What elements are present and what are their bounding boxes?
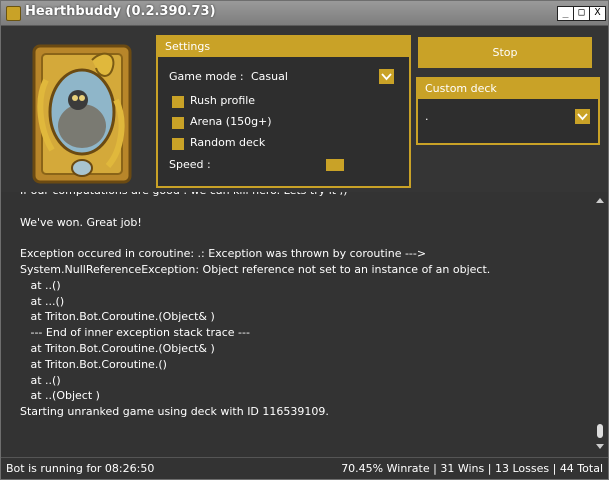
- stats-summary: 70.45% Winrate | 31 Wins | 13 Losses | 4…: [341, 462, 603, 475]
- wins-text: 31 Wins: [440, 462, 485, 475]
- stop-button[interactable]: Stop: [418, 37, 592, 68]
- arena-checkbox[interactable]: [172, 117, 184, 129]
- log-line: Exception occured in coroutine: .: Excep…: [20, 247, 427, 261]
- log-text: If our computations are good : we can ki…: [20, 192, 490, 420]
- custom-deck-panel: Custom deck .: [416, 77, 600, 145]
- running-time-text: Bot is running for 08:26:50: [6, 462, 155, 475]
- log-scrollbar[interactable]: [592, 192, 608, 456]
- rush-profile-checkbox[interactable]: [172, 96, 184, 108]
- random-deck-checkbox[interactable]: [172, 138, 184, 150]
- total-text: 44 Total: [559, 462, 603, 475]
- log-line: at Triton.Bot.Coroutine.(): [20, 357, 167, 371]
- scroll-down-arrow-icon[interactable]: [596, 444, 604, 449]
- log-output[interactable]: If our computations are good : we can ki…: [4, 192, 592, 456]
- scroll-up-arrow-icon[interactable]: [596, 198, 604, 203]
- app-window: Hearthbuddy (0.2.390.73) _ □ X Settings …: [0, 0, 609, 480]
- status-bar: Bot is running for 08:26:50 70.45% Winra…: [1, 457, 608, 479]
- log-line: --- End of inner exception stack trace -…: [20, 326, 250, 340]
- stats-separator: |: [487, 462, 492, 475]
- log-line: at ..(): [20, 373, 61, 387]
- game-mode-dropdown-button[interactable]: [379, 69, 394, 84]
- random-deck-label: Random deck: [190, 136, 266, 149]
- maximize-button[interactable]: □: [573, 6, 590, 21]
- log-line: If our computations are good : we can ki…: [20, 192, 490, 199]
- stats-separator: |: [433, 462, 437, 475]
- settings-header: Settings: [158, 37, 409, 57]
- title-bar[interactable]: Hearthbuddy (0.2.390.73) _ □ X: [1, 1, 608, 26]
- app-icon: [6, 6, 21, 21]
- chevron-down-icon: [577, 113, 588, 121]
- game-mode-label: Game mode :: [169, 70, 244, 83]
- speed-slider[interactable]: [326, 159, 344, 171]
- window-title: Hearthbuddy (0.2.390.73): [25, 4, 216, 19]
- rush-profile-label: Rush profile: [190, 94, 256, 107]
- log-line: at ..(): [20, 278, 61, 292]
- log-line: Starting unranked game using deck with I…: [20, 405, 329, 419]
- log-line: at Triton.Bot.Coroutine.(Object& ): [20, 310, 215, 324]
- stats-separator: |: [552, 462, 557, 475]
- log-line: We've won. Great job!: [20, 215, 142, 229]
- minimize-button[interactable]: _: [557, 6, 574, 21]
- control-area: Settings Game mode : Casual Rush profile…: [1, 26, 608, 192]
- custom-deck-header: Custom deck: [418, 79, 598, 99]
- custom-deck-dropdown-button[interactable]: [575, 109, 590, 124]
- log-line: System.NullReferenceException: Object re…: [20, 262, 491, 276]
- game-mode-value[interactable]: Casual: [251, 70, 288, 83]
- log-line: at Triton.Bot.Coroutine.(Object& ): [20, 341, 215, 355]
- losses-text: 13 Losses: [494, 462, 550, 475]
- custom-deck-value[interactable]: .: [425, 110, 429, 123]
- speed-label: Speed :: [169, 158, 211, 171]
- hero-portrait-image: [32, 44, 132, 184]
- scroll-thumb[interactable]: [597, 424, 603, 438]
- close-button[interactable]: X: [589, 6, 606, 21]
- arena-label: Arena (150g+): [190, 115, 272, 128]
- settings-panel: Settings Game mode : Casual Rush profile…: [156, 35, 411, 188]
- log-line: at ..(Object ): [20, 389, 100, 403]
- chevron-down-icon: [381, 73, 392, 81]
- log-line: at ...(): [20, 294, 65, 308]
- winrate-text: 70.45% Winrate: [341, 462, 430, 475]
